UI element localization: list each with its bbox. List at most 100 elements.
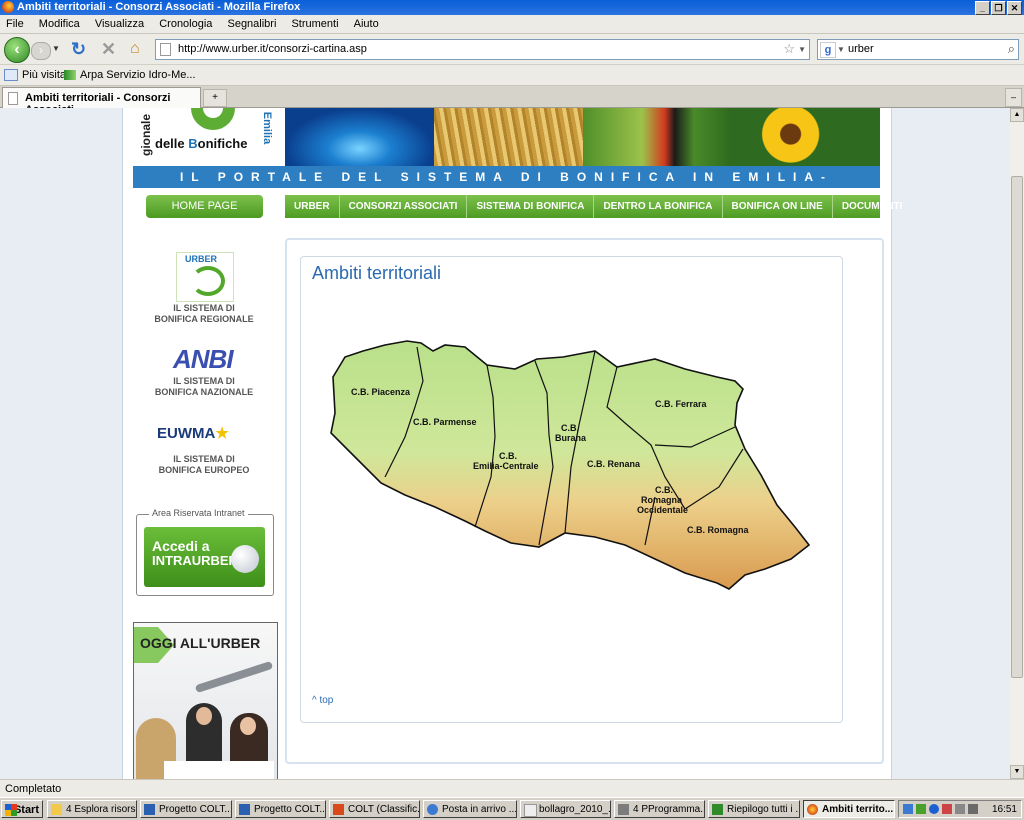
scroll-thumb[interactable] xyxy=(1011,176,1023,678)
euwma-logo[interactable]: EUWMA★ xyxy=(157,424,229,442)
pen-image xyxy=(194,660,274,694)
task-ambiti-territoriali[interactable]: Ambiti territo... xyxy=(803,800,895,818)
bluetooth-icon[interactable] xyxy=(929,804,939,814)
menu-modifica[interactable]: Modifica xyxy=(33,15,86,30)
clock: 16:51 xyxy=(991,804,1017,815)
nav-documenti[interactable]: DOCUMENTI xyxy=(833,195,912,218)
label-burana-1[interactable]: C.B. xyxy=(561,423,579,433)
wheat-photo xyxy=(433,108,583,166)
label-renana[interactable]: C.B. Renana xyxy=(587,459,641,469)
label-romagna-occidentale-2[interactable]: Romagna xyxy=(641,495,683,505)
bookmark-piu-visitati[interactable]: Più visitati xyxy=(4,69,72,81)
task-progetto-colt-1[interactable]: Progetto COLT... xyxy=(140,800,232,818)
search-icon[interactable]: ⌕ xyxy=(1008,41,1015,57)
close-button[interactable]: ✕ xyxy=(1007,1,1022,15)
site-logo[interactable]: gionale delle Bonifiche Emilia xyxy=(133,108,285,166)
menu-aiuto[interactable]: Aiuto xyxy=(348,15,385,30)
label-parmense[interactable]: C.B. Parmense xyxy=(413,417,477,427)
antivirus-icon[interactable] xyxy=(916,804,926,814)
euwma-caption[interactable]: IL SISTEMA DI BONIFICA EUROPEO xyxy=(123,454,285,476)
search-box[interactable]: g ▼ urber ⌕ xyxy=(817,39,1019,60)
content-panel: Ambiti territoriali C.B. Piacenza C.B. P… xyxy=(285,238,884,764)
page-icon xyxy=(160,43,171,56)
task-programma[interactable]: 4 PProgramma... xyxy=(614,800,705,818)
label-burana-2[interactable]: Burana xyxy=(555,433,587,443)
new-tab-button[interactable]: + xyxy=(203,89,227,107)
header-photos xyxy=(285,108,880,166)
home-page-button[interactable]: HOME PAGE xyxy=(146,195,263,218)
url-text[interactable]: http://www.urber.it/consorzi-cartina.asp xyxy=(178,43,367,55)
tab-ambiti-territoriali[interactable]: Ambiti territoriali - Consorzi Associati xyxy=(2,87,201,116)
scroll-up-button[interactable]: ▲ xyxy=(1010,108,1024,122)
label-ferrara[interactable]: C.B. Ferrara xyxy=(655,399,708,409)
task-progetto-colt-2[interactable]: Progetto COLT... xyxy=(235,800,326,818)
page-container: gionale delle Bonifiche Emilia IL PORTAL… xyxy=(122,108,902,779)
url-dropdown-icon[interactable]: ▼ xyxy=(798,45,806,54)
top-link[interactable]: ^ top xyxy=(312,695,333,706)
urber-caption[interactable]: IL SISTEMA DI BONIFICA REGIONALE xyxy=(123,303,285,325)
urber-logo[interactable]: URBER xyxy=(176,252,234,302)
windows-logo-icon xyxy=(5,804,17,816)
label-emilia-centrale-2[interactable]: Emilia-Centrale xyxy=(473,461,539,471)
back-button[interactable]: ‹ xyxy=(4,37,30,63)
reload-icon[interactable]: ↻ xyxy=(71,39,86,60)
nav-bonifica-on-line[interactable]: BONIFICA ON LINE xyxy=(723,195,833,218)
water-drop-photo xyxy=(285,108,434,166)
menu-segnalibri[interactable]: Segnalibri xyxy=(221,15,282,30)
anbi-logo[interactable]: ANBI xyxy=(173,344,234,375)
anbi-caption[interactable]: IL SISTEMA DI BONIFICA NAZIONALE xyxy=(123,376,285,398)
menu-bar: File Modifica Visualizza Cronologia Segn… xyxy=(0,15,1024,34)
url-bar[interactable]: http://www.urber.it/consorzi-cartina.asp… xyxy=(155,39,810,60)
label-romagna-occidentale-3[interactable]: Occidentale xyxy=(637,505,688,515)
bookmark-arpa[interactable]: Arpa Servizio Idro-Me... xyxy=(64,69,196,81)
firefox-icon xyxy=(2,1,14,13)
security-icon[interactable] xyxy=(942,804,952,814)
firefox-icon xyxy=(807,804,818,815)
oggi-all-urber-banner[interactable]: OGGI ALL'URBER xyxy=(133,622,278,779)
search-engine-icon[interactable]: g xyxy=(820,42,836,58)
task-riepilogo[interactable]: Riepilogo tutti i ... xyxy=(708,800,800,818)
nav-consorzi-associati[interactable]: CONSORZI ASSOCIATI xyxy=(340,195,468,218)
globe-icon xyxy=(231,545,259,573)
tab-list-button[interactable]: – xyxy=(1005,88,1022,107)
search-engine-dropdown-icon[interactable]: ▼ xyxy=(837,45,845,54)
menu-cronologia[interactable]: Cronologia xyxy=(153,15,218,30)
menu-strumenti[interactable]: Strumenti xyxy=(285,15,344,30)
restore-button[interactable]: ❐ xyxy=(991,1,1006,15)
nav-sistema-di-bonifica[interactable]: SISTEMA DI BONIFICA xyxy=(467,195,595,218)
urber-swirl-icon xyxy=(191,266,225,296)
task-colt-classific[interactable]: COLT (Classific... xyxy=(329,800,420,818)
network-icon[interactable] xyxy=(903,804,913,814)
label-romagna-occidentale-1[interactable]: C.B. xyxy=(655,485,673,495)
bookmark-star-icon[interactable]: ☆ xyxy=(783,41,795,57)
folder-icon xyxy=(51,804,62,815)
task-posta-in-arrivo[interactable]: Posta in arrivo ... xyxy=(423,800,517,818)
top-navigation: URBER CONSORZI ASSOCIATI SISTEMA DI BONI… xyxy=(285,195,902,218)
menu-visualizza[interactable]: Visualizza xyxy=(89,15,150,30)
bookmarks-toolbar: Più visitati Arpa Servizio Idro-Me... xyxy=(0,65,1024,86)
vertical-scrollbar[interactable]: ▲ ▼ xyxy=(1010,108,1024,779)
task-esplora-risorse[interactable]: 4 Esplora risorse xyxy=(47,800,137,818)
label-romagna[interactable]: C.B. Romagna xyxy=(687,525,750,535)
nav-dentro-la-bonifica[interactable]: DENTRO LA BONIFICA xyxy=(594,195,723,218)
consorzi-map[interactable]: C.B. Piacenza C.B. Parmense C.B. Emilia-… xyxy=(325,337,815,597)
window-controls: _ ❐ ✕ xyxy=(975,1,1022,15)
tray-icon[interactable] xyxy=(968,804,978,814)
task-bollagro[interactable]: bollagro_2010_... xyxy=(520,800,611,818)
home-icon[interactable]: ⌂ xyxy=(130,40,140,58)
region-outline[interactable] xyxy=(330,340,811,590)
menu-file[interactable]: File xyxy=(0,15,30,30)
stop-icon[interactable]: ✕ xyxy=(101,39,116,60)
forward-button[interactable]: › xyxy=(31,42,51,60)
accedi-intraurber-button[interactable]: Accedi a INTRAURBER xyxy=(144,527,265,587)
page-icon xyxy=(8,92,18,105)
search-input[interactable]: urber xyxy=(848,43,874,55)
start-button[interactable]: Start xyxy=(1,800,43,818)
minimize-button[interactable]: _ xyxy=(975,1,990,15)
label-emilia-centrale-1[interactable]: C.B. xyxy=(499,451,517,461)
nav-urber[interactable]: URBER xyxy=(285,195,340,218)
history-dropdown-icon[interactable]: ▼ xyxy=(52,44,60,53)
label-piacenza[interactable]: C.B. Piacenza xyxy=(351,387,411,397)
volume-icon[interactable] xyxy=(955,804,965,814)
scroll-down-button[interactable]: ▼ xyxy=(1010,765,1024,779)
